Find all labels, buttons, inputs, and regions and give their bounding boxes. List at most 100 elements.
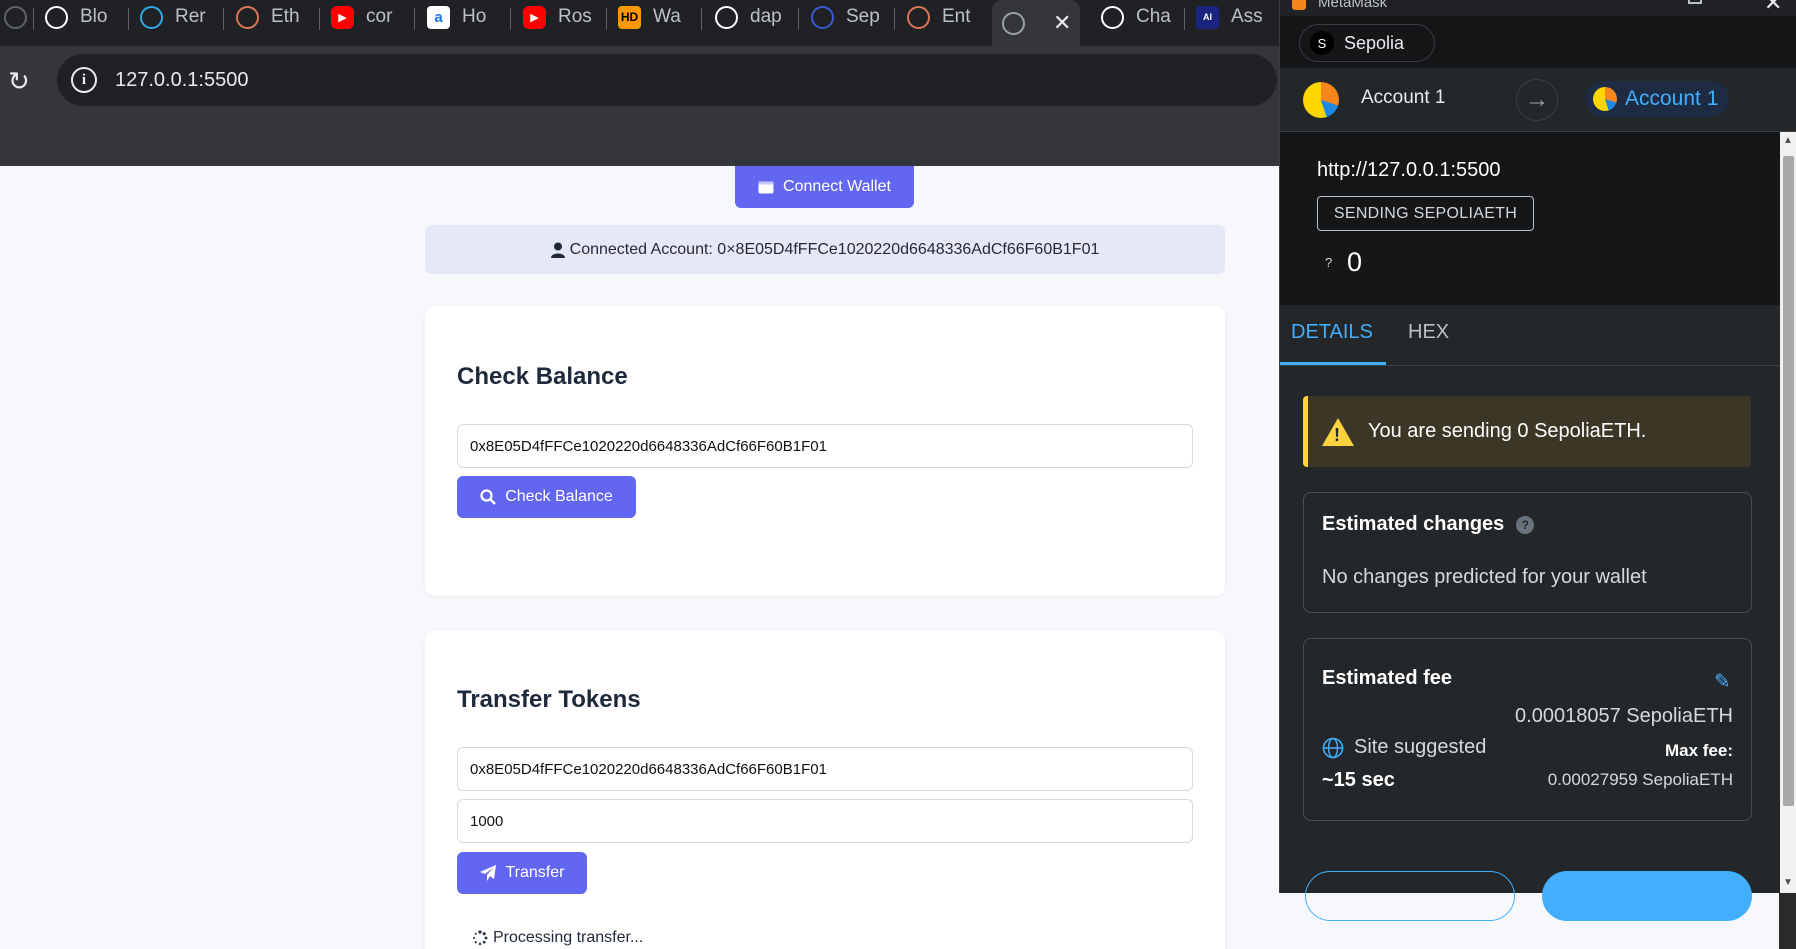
site-suggested-label: Site suggested bbox=[1354, 736, 1487, 758]
transfer-status-text: Processing transfer... bbox=[493, 929, 644, 946]
browser-tab-label: Ho bbox=[462, 6, 487, 27]
globe-icon bbox=[4, 5, 27, 29]
from-account-avatar bbox=[1303, 82, 1339, 118]
user-icon bbox=[550, 242, 565, 258]
request-origin: http://127.0.0.1:5500 bbox=[1317, 159, 1501, 181]
check-balance-button[interactable]: Check Balance bbox=[457, 476, 636, 518]
github-icon bbox=[715, 5, 738, 29]
send-warning-text: You are sending 0 SepoliaETH. bbox=[1368, 420, 1647, 442]
metamask-titlebar: MetaMask ✕ bbox=[1280, 0, 1796, 16]
to-account-name: Account 1 bbox=[1625, 87, 1719, 110]
browser-tab-label: Sep bbox=[846, 6, 880, 27]
reload-icon[interactable]: ↻ bbox=[8, 66, 30, 97]
transfer-button[interactable]: Transfer bbox=[457, 852, 587, 894]
connect-wallet-button[interactable]: Connect Wallet bbox=[735, 166, 914, 208]
browser-tab[interactable]: AI Ass bbox=[1186, 0, 1276, 34]
amount-input[interactable]: 1000 bbox=[457, 799, 1193, 843]
estimated-time: ~15 sec bbox=[1322, 769, 1395, 791]
youtube-icon: ▶ bbox=[331, 5, 354, 29]
tab-close-icon[interactable]: ✕ bbox=[1053, 10, 1071, 36]
site-suggested-row[interactable]: Site suggested bbox=[1322, 736, 1486, 759]
connected-account-text: Connected Account: 0×8E05D4fFFCe1020220d… bbox=[569, 240, 1100, 258]
network-initial: S bbox=[1310, 31, 1334, 55]
max-fee-label: Max fee: bbox=[1664, 741, 1733, 760]
tab-separator bbox=[894, 8, 895, 30]
confirm-button[interactable] bbox=[1542, 871, 1752, 921]
tab-separator bbox=[128, 8, 129, 30]
transfer-title: Transfer Tokens bbox=[457, 686, 641, 713]
check-balance-title: Check Balance bbox=[457, 363, 628, 390]
tab-details[interactable]: DETAILS bbox=[1291, 321, 1373, 344]
browser-tab[interactable]: Wh bbox=[0, 0, 30, 34]
browser-tab-label: Ent bbox=[942, 6, 971, 27]
popup-scrollbar[interactable]: ▲ ▼ bbox=[1780, 132, 1796, 893]
chatgpt-icon bbox=[1101, 5, 1124, 29]
paper-plane-icon bbox=[479, 865, 496, 881]
edit-gas-icon[interactable]: ✎ bbox=[1714, 669, 1736, 693]
address-url[interactable]: 127.0.0.1:5500 bbox=[115, 69, 248, 92]
balance-address-input[interactable]: 0x8E05D4fFFCe1020220d6648336AdCf66F60B1F… bbox=[457, 424, 1193, 468]
tab-separator bbox=[414, 8, 415, 30]
browser-tab[interactable]: Blo bbox=[35, 0, 125, 34]
connect-wallet-label: Connect Wallet bbox=[783, 178, 891, 195]
scroll-up-icon[interactable]: ▲ bbox=[1783, 135, 1793, 146]
metamask-window-title: MetaMask bbox=[1318, 0, 1388, 11]
close-icon[interactable]: ✕ bbox=[1764, 0, 1782, 16]
browser-tab[interactable]: HD Wa bbox=[608, 0, 698, 34]
check-balance-label: Check Balance bbox=[505, 488, 613, 505]
estimated-changes-box: Estimated changes? No changes predicted … bbox=[1303, 492, 1752, 613]
transfer-status: Processing transfer... bbox=[472, 929, 643, 947]
claude-icon bbox=[236, 5, 259, 29]
browser-tab-label: Wa bbox=[653, 6, 681, 27]
browser-tab[interactable]: Sep bbox=[801, 0, 891, 34]
youtube-icon: ▶ bbox=[523, 5, 546, 29]
details-tabs: DETAILS HEX bbox=[1280, 305, 1780, 366]
browser-tab[interactable]: dap bbox=[705, 0, 795, 34]
tab-hex[interactable]: HEX bbox=[1408, 321, 1449, 344]
warning-icon: ! bbox=[1322, 417, 1354, 446]
browser-tab-label: Ass bbox=[1231, 6, 1263, 27]
browser-tab-label: cor bbox=[366, 6, 393, 27]
to-account-pill[interactable]: Account 1 bbox=[1585, 81, 1729, 117]
estimated-changes-text: No changes predicted for your wallet bbox=[1322, 566, 1647, 588]
chatgpt-icon bbox=[45, 5, 68, 29]
metamask-fox-icon bbox=[1292, 0, 1306, 10]
recipient-address-input[interactable]: 0x8E05D4fFFCe1020220d6648336AdCf66F60B1F… bbox=[457, 747, 1193, 791]
estimated-fee-title: Estimated fee bbox=[1322, 667, 1453, 689]
transfer-card: Transfer Tokens 0x8E05D4fFFCe1020220d664… bbox=[425, 630, 1225, 949]
browser-tab-label: Ros bbox=[558, 6, 592, 27]
remix-icon bbox=[140, 5, 163, 29]
browser-tab[interactable]: Eth bbox=[226, 0, 316, 34]
browser-tab[interactable]: ✕ bbox=[992, 0, 1080, 46]
spinner-icon bbox=[473, 930, 488, 946]
browser-tab[interactable]: ▶ cor bbox=[321, 0, 411, 34]
browser-tab[interactable]: Rer bbox=[130, 0, 220, 34]
wallet-icon bbox=[758, 181, 774, 194]
estimated-fee-box: Estimated fee ✎ 0.00018057 SepoliaETH Si… bbox=[1303, 638, 1752, 821]
browser-tab[interactable]: a Ho bbox=[417, 0, 507, 34]
fee-amount: 0.00018057 SepoliaETH bbox=[1515, 705, 1733, 727]
help-icon[interactable]: ? bbox=[1516, 515, 1535, 534]
chainlink-icon bbox=[811, 5, 834, 29]
metamask-popup: MetaMask ✕ S Sepolia Account 1 → Account… bbox=[1279, 0, 1796, 921]
browser-tab-label: dap bbox=[750, 6, 782, 27]
max-fee-amount: 0.00027959 SepoliaETH bbox=[1547, 770, 1733, 789]
site-info-icon[interactable]: i bbox=[71, 67, 97, 93]
network-name: Sepolia bbox=[1344, 32, 1405, 53]
address-bar[interactable]: i 127.0.0.1:5500 bbox=[57, 54, 1277, 106]
browser-tab[interactable]: ▶ Ros bbox=[513, 0, 603, 34]
minimize-icon[interactable] bbox=[1688, 0, 1702, 4]
browser-tab[interactable]: Cha bbox=[1091, 0, 1181, 34]
scroll-down-icon[interactable]: ▼ bbox=[1783, 877, 1793, 888]
browser-tab-label: Blo bbox=[80, 6, 108, 27]
from-account-name: Account 1 bbox=[1361, 87, 1446, 108]
browser-tab[interactable]: Ent bbox=[897, 0, 987, 34]
unknown-token-icon: ? bbox=[1325, 255, 1333, 270]
claude-icon bbox=[907, 5, 930, 29]
network-selector[interactable]: S Sepolia bbox=[1299, 24, 1435, 62]
reject-button[interactable] bbox=[1305, 871, 1515, 921]
send-amount: 0 bbox=[1347, 247, 1363, 277]
scrollbar-thumb[interactable] bbox=[1783, 156, 1794, 806]
to-account-avatar bbox=[1593, 87, 1617, 111]
tab-separator bbox=[33, 8, 34, 30]
